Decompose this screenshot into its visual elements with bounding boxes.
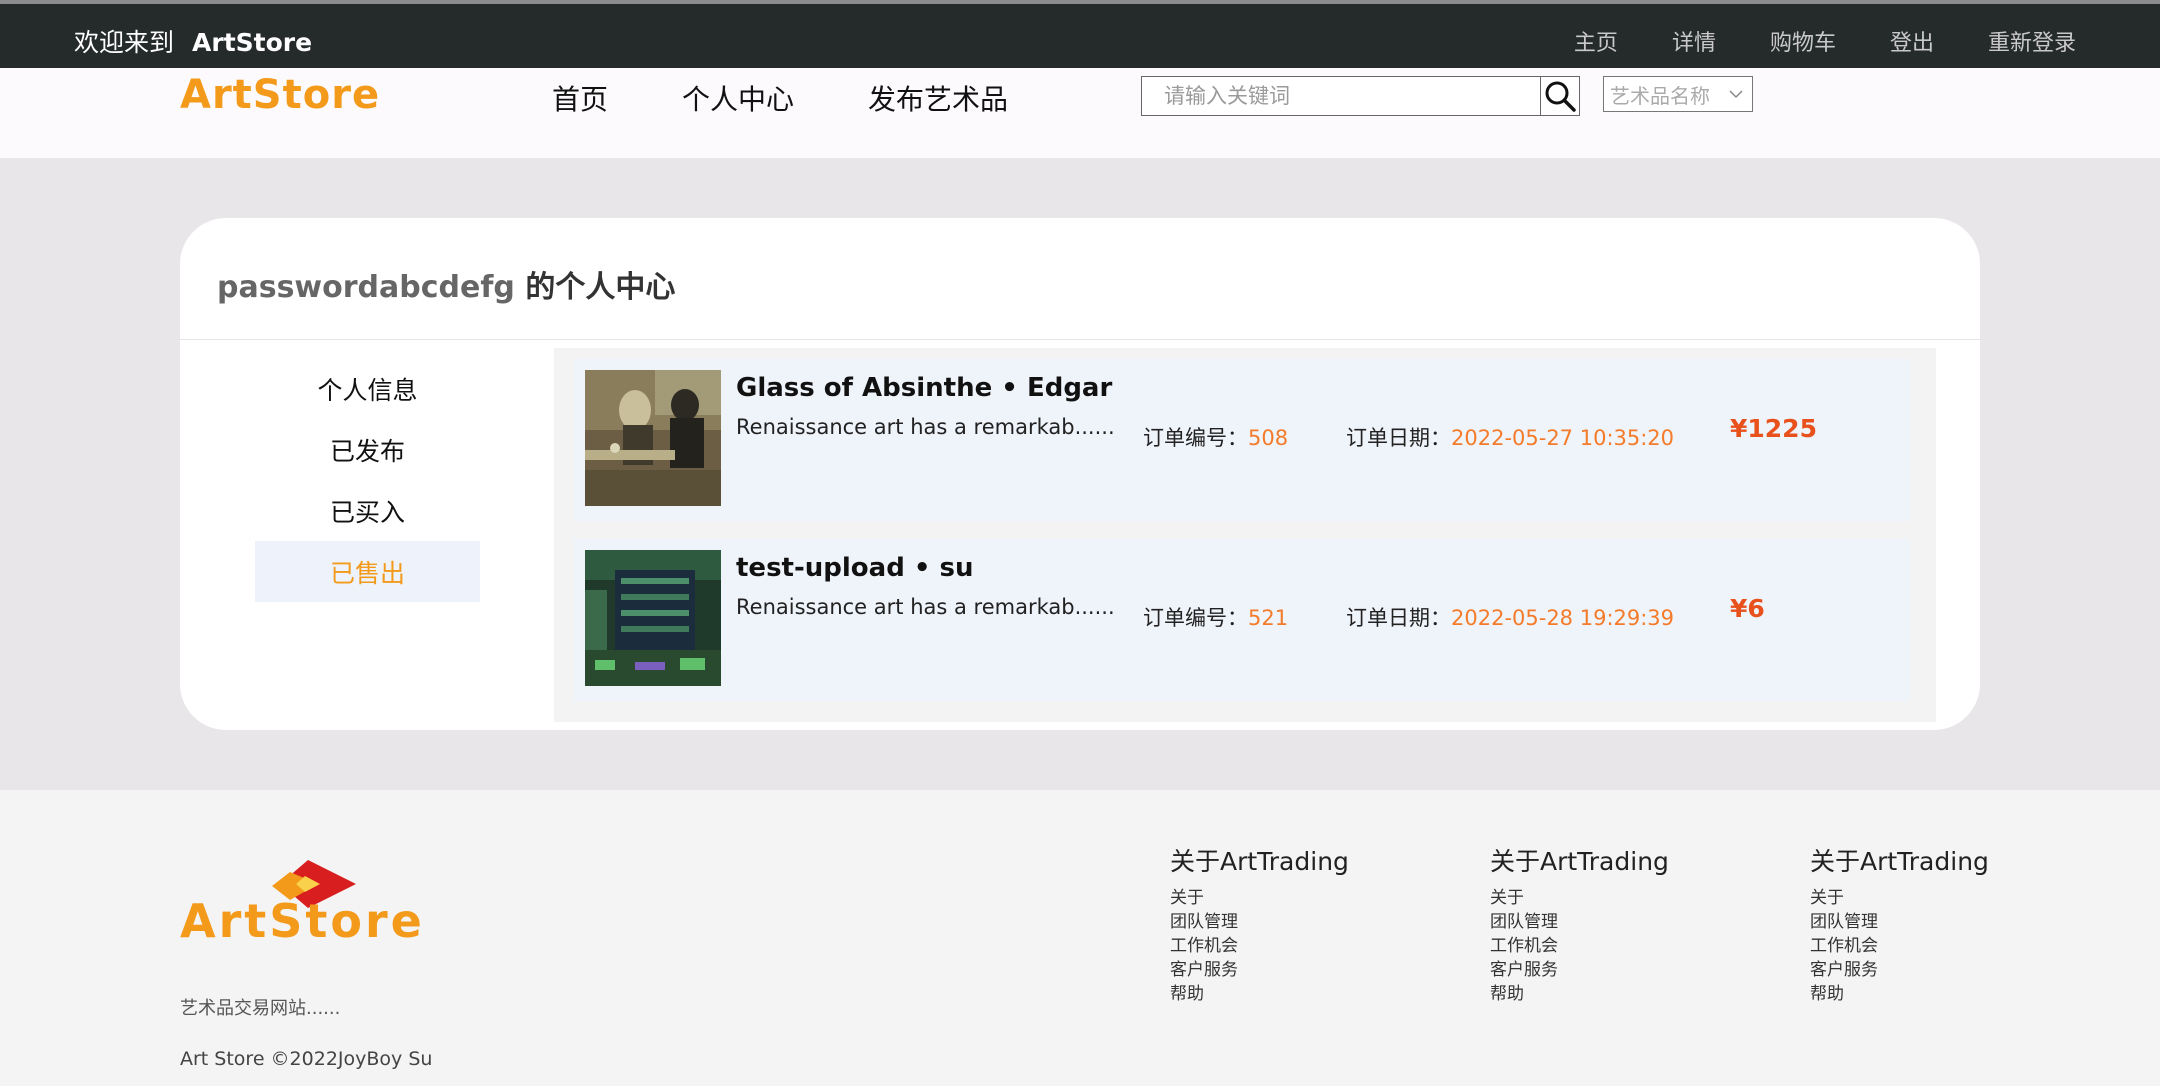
order-number: 订单编号：508 [1143, 422, 1288, 452]
sidebar-item-bought[interactable]: 已买入 [255, 480, 480, 541]
footer-link-service[interactable]: 客户服务 [1810, 958, 1989, 982]
order-number-label: 订单编号： [1143, 606, 1248, 630]
order-number: 订单编号：521 [1143, 602, 1288, 632]
footer-link-service[interactable]: 客户服务 [1490, 958, 1669, 982]
sidebar-item-info[interactable]: 个人信息 [255, 358, 480, 419]
nav-publish[interactable]: 发布艺术品 [868, 78, 1008, 118]
order-number-value: 521 [1248, 606, 1289, 630]
page-title-suffix: 的个人中心 [514, 270, 676, 305]
artwork-title[interactable]: Glass of Absinthe • Edgar [736, 373, 1112, 403]
footer-link-team[interactable]: 团队管理 [1490, 910, 1669, 934]
footer-tagline: 艺术品交易网站...... [180, 998, 341, 1019]
welcome-text: 欢迎来到 ArtStore [74, 23, 312, 59]
top-nav-logout[interactable]: 登出 [1890, 25, 1934, 57]
order-list: Glass of Absinthe • Edgar Renaissance ar… [554, 348, 1936, 722]
order-date-value: 2022-05-27 10:35:20 [1451, 426, 1675, 450]
search-icon [1545, 81, 1576, 112]
footer-link-jobs[interactable]: 工作机会 [1490, 934, 1669, 958]
footer-link-team[interactable]: 团队管理 [1170, 910, 1349, 934]
order-number-label: 订单编号： [1143, 426, 1248, 450]
divider [180, 339, 1980, 340]
footer-column: 关于ArtTrading 关于 团队管理 工作机会 客户服务 帮助 [1490, 842, 1669, 1006]
footer-column-heading: 关于ArtTrading [1170, 847, 1349, 876]
order-item[interactable]: Glass of Absinthe • Edgar Renaissance ar… [574, 359, 1910, 521]
search-button[interactable] [1540, 76, 1580, 116]
top-nav-home[interactable]: 主页 [1574, 25, 1618, 57]
top-bar: 欢迎来到 ArtStore 主页 详情 购物车 登出 重新登录 [0, 0, 2160, 68]
footer-link-about[interactable]: 关于 [1170, 886, 1349, 910]
order-date-value: 2022-05-28 19:29:39 [1451, 606, 1675, 630]
site-header: ArtStore 首页 个人中心 发布艺术品 艺术品名称 [0, 68, 2160, 158]
sidebar-item-sold[interactable]: 已售出 [255, 541, 480, 602]
footer-copyright: Art Store ©2022JoyBoy Su [180, 1048, 433, 1070]
order-date-label: 订单日期： [1346, 606, 1451, 630]
footer-link-jobs[interactable]: 工作机会 [1170, 934, 1349, 958]
top-nav-cart[interactable]: 购物车 [1770, 25, 1836, 57]
main-nav: 首页 个人中心 发布艺术品 [552, 78, 1008, 118]
profile-card: passwordabcdefg 的个人中心 个人信息 已发布 已买入 已售出 G… [180, 218, 1980, 730]
profile-sidebar: 个人信息 已发布 已买入 已售出 [255, 358, 480, 602]
order-date-label: 订单日期： [1346, 426, 1451, 450]
footer-link-team[interactable]: 团队管理 [1810, 910, 1989, 934]
artwork-thumbnail[interactable] [585, 370, 721, 506]
footer-column: 关于ArtTrading 关于 团队管理 工作机会 客户服务 帮助 [1810, 842, 1989, 1006]
order-price: ¥6 [1730, 594, 1765, 623]
nav-profile[interactable]: 个人中心 [682, 78, 794, 118]
footer-link-jobs[interactable]: 工作机会 [1810, 934, 1989, 958]
artwork-description: Renaissance art has a remarkab...... [736, 415, 1115, 439]
welcome-brand: ArtStore [192, 28, 313, 57]
username: passwordabcdefg [217, 270, 515, 305]
order-item[interactable]: test-upload • su Renaissance art has a r… [574, 539, 1910, 701]
footer-logo-text: ArtStore [180, 894, 425, 948]
footer-link-service[interactable]: 客户服务 [1170, 958, 1349, 982]
page-title: passwordabcdefg 的个人中心 [217, 262, 675, 306]
search-type-select[interactable]: 艺术品名称 [1603, 76, 1753, 112]
footer-link-about[interactable]: 关于 [1490, 886, 1669, 910]
artwork-description: Renaissance art has a remarkab...... [736, 595, 1115, 619]
top-nav-details[interactable]: 详情 [1672, 25, 1716, 57]
header-logo[interactable]: ArtStore [180, 72, 380, 118]
artwork-thumbnail[interactable] [585, 550, 721, 686]
order-date: 订单日期：2022-05-27 10:35:20 [1346, 422, 1674, 452]
footer-link-about[interactable]: 关于 [1810, 886, 1989, 910]
search-input[interactable] [1141, 76, 1541, 116]
sidebar-item-published[interactable]: 已发布 [255, 419, 480, 480]
order-date: 订单日期：2022-05-28 19:29:39 [1346, 602, 1674, 632]
footer-column: 关于ArtTrading 关于 团队管理 工作机会 客户服务 帮助 [1170, 842, 1349, 1006]
welcome-label: 欢迎来到 [74, 28, 175, 57]
top-nav: 主页 详情 购物车 登出 重新登录 [1574, 25, 2076, 57]
footer-column-heading: 关于ArtTrading [1810, 847, 1989, 876]
search-type-value: 艺术品名称 [1610, 83, 1710, 108]
nav-home[interactable]: 首页 [552, 78, 608, 118]
footer-logo[interactable]: ArtStore [180, 842, 465, 956]
footer-link-help[interactable]: 帮助 [1490, 982, 1669, 1006]
artwork-title[interactable]: test-upload • su [736, 553, 974, 583]
site-footer: ArtStore 艺术品交易网站...... Art Store ©2022Jo… [0, 790, 2160, 1086]
order-price: ¥1225 [1730, 414, 1817, 443]
chevron-down-icon [1729, 90, 1743, 99]
footer-link-help[interactable]: 帮助 [1810, 982, 1989, 1006]
footer-link-help[interactable]: 帮助 [1170, 982, 1349, 1006]
order-number-value: 508 [1248, 426, 1289, 450]
top-nav-relogin[interactable]: 重新登录 [1988, 25, 2076, 57]
footer-column-heading: 关于ArtTrading [1490, 847, 1669, 876]
